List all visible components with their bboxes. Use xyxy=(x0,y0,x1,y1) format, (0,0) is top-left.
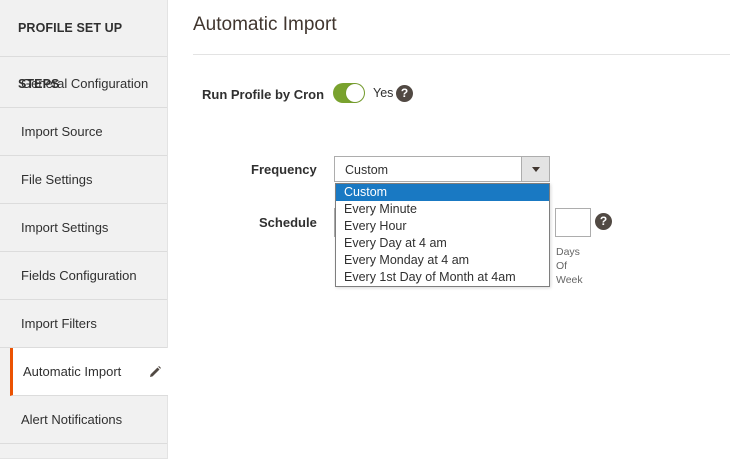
cron-help-icon[interactable]: ? xyxy=(396,85,413,102)
sidebar-item-label: Automatic Import xyxy=(23,364,122,379)
sidebar-item-alert-notifications[interactable]: Alert Notifications xyxy=(0,396,167,444)
sidebar-title: PROFILE SET UP STEPS xyxy=(0,0,167,91)
sidebar-item-import-filters[interactable]: Import Filters xyxy=(0,300,167,348)
frequency-label: Frequency xyxy=(251,162,317,177)
chevron-down-icon xyxy=(532,167,540,172)
schedule-help-icon[interactable]: ? xyxy=(595,213,612,230)
page-title: Automatic Import xyxy=(193,14,337,35)
pencil-icon xyxy=(150,366,161,377)
sidebar-item-fields-configuration[interactable]: Fields Configuration xyxy=(0,252,167,300)
profile-steps-sidebar: PROFILE SET UP STEPS General Configurati… xyxy=(0,0,168,459)
sidebar-item-automatic-import[interactable]: Automatic Import xyxy=(10,348,168,396)
day-of-week-line: Days xyxy=(556,246,580,258)
cron-label: Run Profile by Cron xyxy=(202,87,325,102)
frequency-option-every-day[interactable]: Every Day at 4 am xyxy=(336,235,549,252)
schedule-day-of-week-input[interactable] xyxy=(555,208,591,237)
frequency-selected-value: Custom xyxy=(345,163,389,177)
sidebar-item-import-settings[interactable]: Import Settings xyxy=(0,204,167,252)
frequency-option-every-hour[interactable]: Every Hour xyxy=(336,218,549,235)
day-of-week-line: Of xyxy=(556,260,568,272)
schedule-label: Schedule xyxy=(259,215,317,230)
cron-toggle[interactable] xyxy=(333,83,365,103)
title-divider xyxy=(193,54,730,55)
sidebar-item-import-source[interactable]: Import Source xyxy=(0,108,167,156)
frequency-select[interactable]: Custom xyxy=(334,156,550,182)
frequency-option-custom[interactable]: Custom xyxy=(336,184,549,201)
frequency-option-first-day-of-month[interactable]: Every 1st Day of Month at 4am xyxy=(336,269,549,286)
toggle-knob xyxy=(346,84,364,102)
frequency-dropdown-toggle[interactable] xyxy=(521,157,549,181)
day-of-week-line: Week xyxy=(556,274,583,286)
day-of-week-caption: Days Of Week xyxy=(556,245,583,287)
sidebar-item-general-configuration[interactable]: General Configuration xyxy=(0,60,167,108)
frequency-option-every-minute[interactable]: Every Minute xyxy=(336,201,549,218)
frequency-options-list: Custom Every Minute Every Hour Every Day… xyxy=(335,183,550,287)
cron-toggle-value: Yes xyxy=(373,86,394,100)
frequency-option-every-monday[interactable]: Every Monday at 4 am xyxy=(336,252,549,269)
sidebar-item-file-settings[interactable]: File Settings xyxy=(0,156,167,204)
